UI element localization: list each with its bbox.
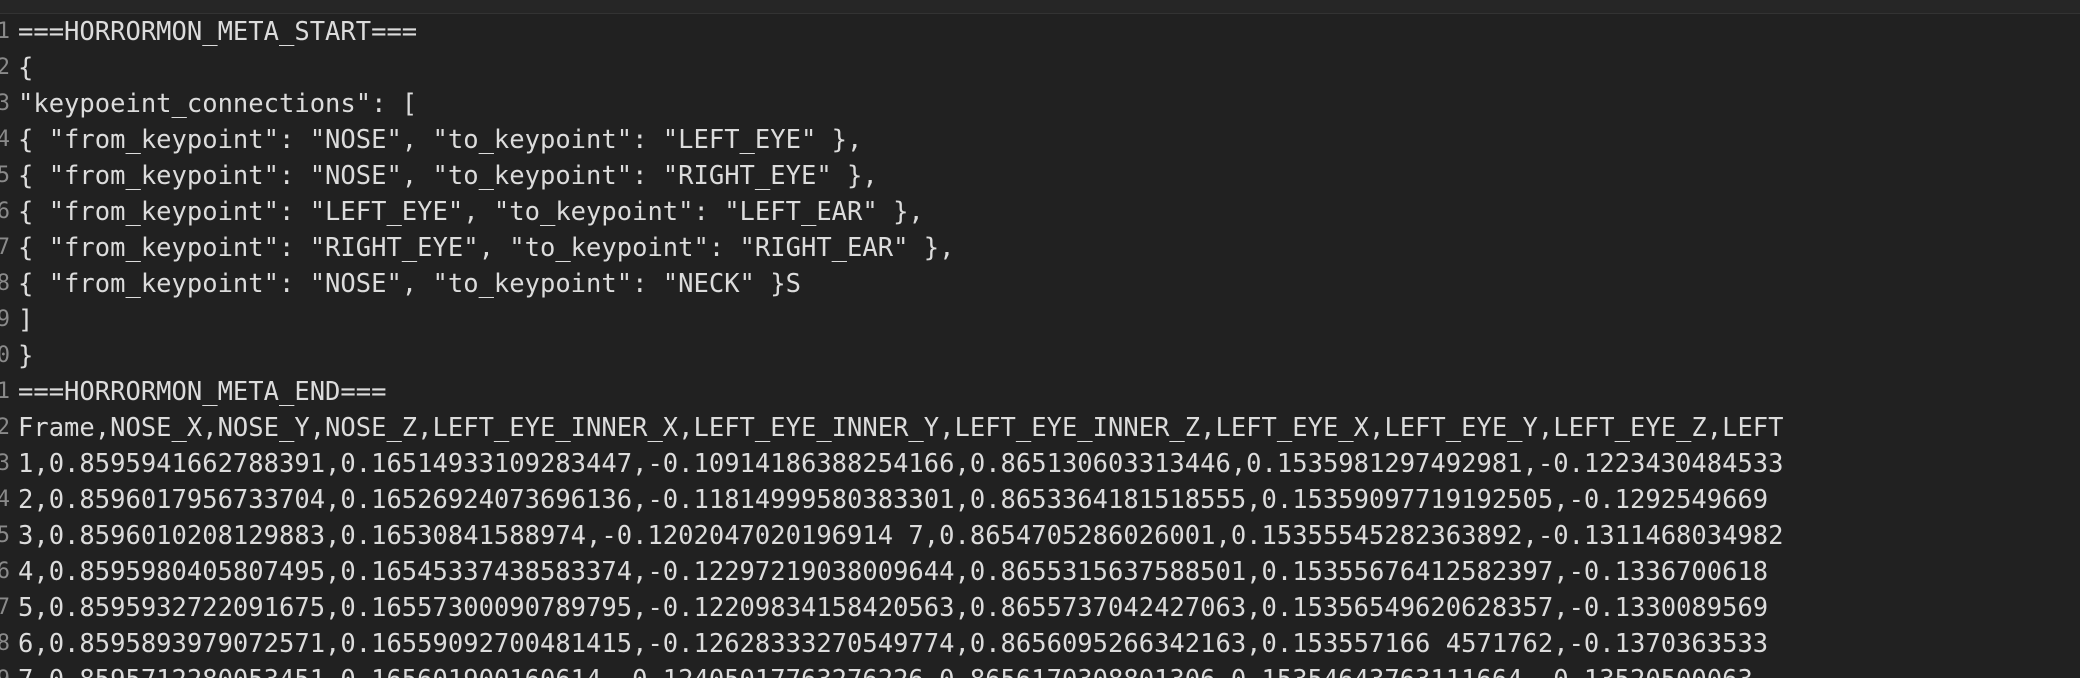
line-text: { "from_keypoint": "LEFT_EYE", "to_keypo… (18, 197, 924, 227)
code-line: 7 { "from_keypoint": "RIGHT_EYE", "to_key… (0, 230, 2080, 266)
code-line: 2{ (0, 50, 2080, 86)
code-line: 3 1,0.8595941662788391,0.1651493310928344… (0, 446, 2080, 482)
line-number: 5 (0, 523, 10, 548)
line-number: 3 (0, 91, 10, 116)
line-text: { (18, 53, 34, 83)
line-text: 1,0.8595941662788391,0.16514933109283447… (18, 449, 1784, 479)
line-text: 3,0.8596010208129883,0.16530841588974,-0… (18, 521, 1784, 551)
code-line: 9] (0, 302, 2080, 338)
code-line: 8 { "from_keypoint": "NOSE", "to_keypoint… (0, 266, 2080, 302)
line-text: 5,0.8595932722091675,0.16557300090789795… (18, 593, 1769, 623)
line-text: "keypoeint_connections": [ (18, 89, 418, 119)
line-number: 6 (0, 559, 10, 584)
line-number: 9 (0, 662, 10, 678)
code-line: 4 2,0.8596017956733704,0.1652692407369613… (0, 482, 2080, 518)
line-number: 8 (0, 631, 10, 656)
line-number: 2 (0, 415, 10, 440)
line-text: { "from_keypoint": "NOSE", "to_keypoint"… (18, 161, 878, 191)
code-line: 6 { "from_keypoint": "LEFT_EYE", "to_keyp… (0, 194, 2080, 230)
code-line: 4 { "from_keypoint": "NOSE", "to_keypoint… (0, 122, 2080, 158)
code-line: 6 4,0.8595980405807495,0.1654533743858337… (0, 554, 2080, 590)
line-text: { "from_keypoint": "RIGHT_EYE", "to_keyp… (18, 233, 955, 263)
line-number: 7 (0, 235, 10, 260)
code-line: 7 5,0.8595932722091675,0.1655730009078979… (0, 590, 2080, 626)
code-line: 5 3,0.8596010208129883,0.16530841588974,-… (0, 518, 2080, 554)
code-line: 0} (0, 338, 2080, 374)
code-line: 3 "keypoeint_connections": [ (0, 86, 2080, 122)
line-number: 4 (0, 487, 10, 512)
line-number: 0 (0, 343, 10, 368)
code-line: 2 Frame,NOSE_X,NOSE_Y,NOSE_Z,LEFT_EYE_INN… (0, 410, 2080, 446)
code-line: 1 ===HORRORMON_META_END=== (0, 374, 2080, 410)
line-number: 5 (0, 163, 10, 188)
line-text: 4,0.8595980405807495,0.16545337438583374… (18, 557, 1769, 587)
line-number: 2 (0, 55, 10, 80)
line-text: 7,0.8595712280053451,0.165601900160614,-… (18, 662, 1753, 678)
line-number: 1 (0, 19, 10, 44)
line-number: 8 (0, 271, 10, 296)
code-lines: 1 ===HORRORMON_META_START=== 2{ 3 "keypoei… (0, 14, 2080, 678)
line-text: { "from_keypoint": "NOSE", "to_keypoint"… (18, 125, 863, 155)
line-text: 2,0.8596017956733704,0.16526924073696136… (18, 485, 1769, 515)
code-line: 8 6,0.8595893979072571,0.1655909270048141… (0, 626, 2080, 662)
line-text: } (18, 341, 34, 371)
code-editor[interactable]: 1 ===HORRORMON_META_START=== 2{ 3 "keypoei… (0, 0, 2080, 678)
line-text: 6,0.8595893979072571,0.16559092700481415… (18, 629, 1769, 659)
line-number: 7 (0, 595, 10, 620)
code-line: 5 { "from_keypoint": "NOSE", "to_keypoint… (0, 158, 2080, 194)
line-text: ===HORRORMON_META_END=== (18, 377, 387, 407)
line-number: 6 (0, 199, 10, 224)
editor-top-bar (0, 0, 2080, 14)
line-number: 4 (0, 127, 10, 152)
line-number: 3 (0, 451, 10, 476)
line-text: Frame,NOSE_X,NOSE_Y,NOSE_Z,LEFT_EYE_INNE… (18, 413, 1784, 443)
code-line: 9 7,0.8595712280053451,0.165601900160614,… (0, 662, 2080, 678)
line-text: { "from_keypoint": "NOSE", "to_keypoint"… (18, 269, 801, 299)
code-line: 1 ===HORRORMON_META_START=== (0, 14, 2080, 50)
line-number: 9 (0, 307, 10, 332)
line-text: ===HORRORMON_META_START=== (18, 17, 418, 47)
line-text: ] (18, 305, 34, 335)
line-number: 1 (0, 379, 10, 404)
